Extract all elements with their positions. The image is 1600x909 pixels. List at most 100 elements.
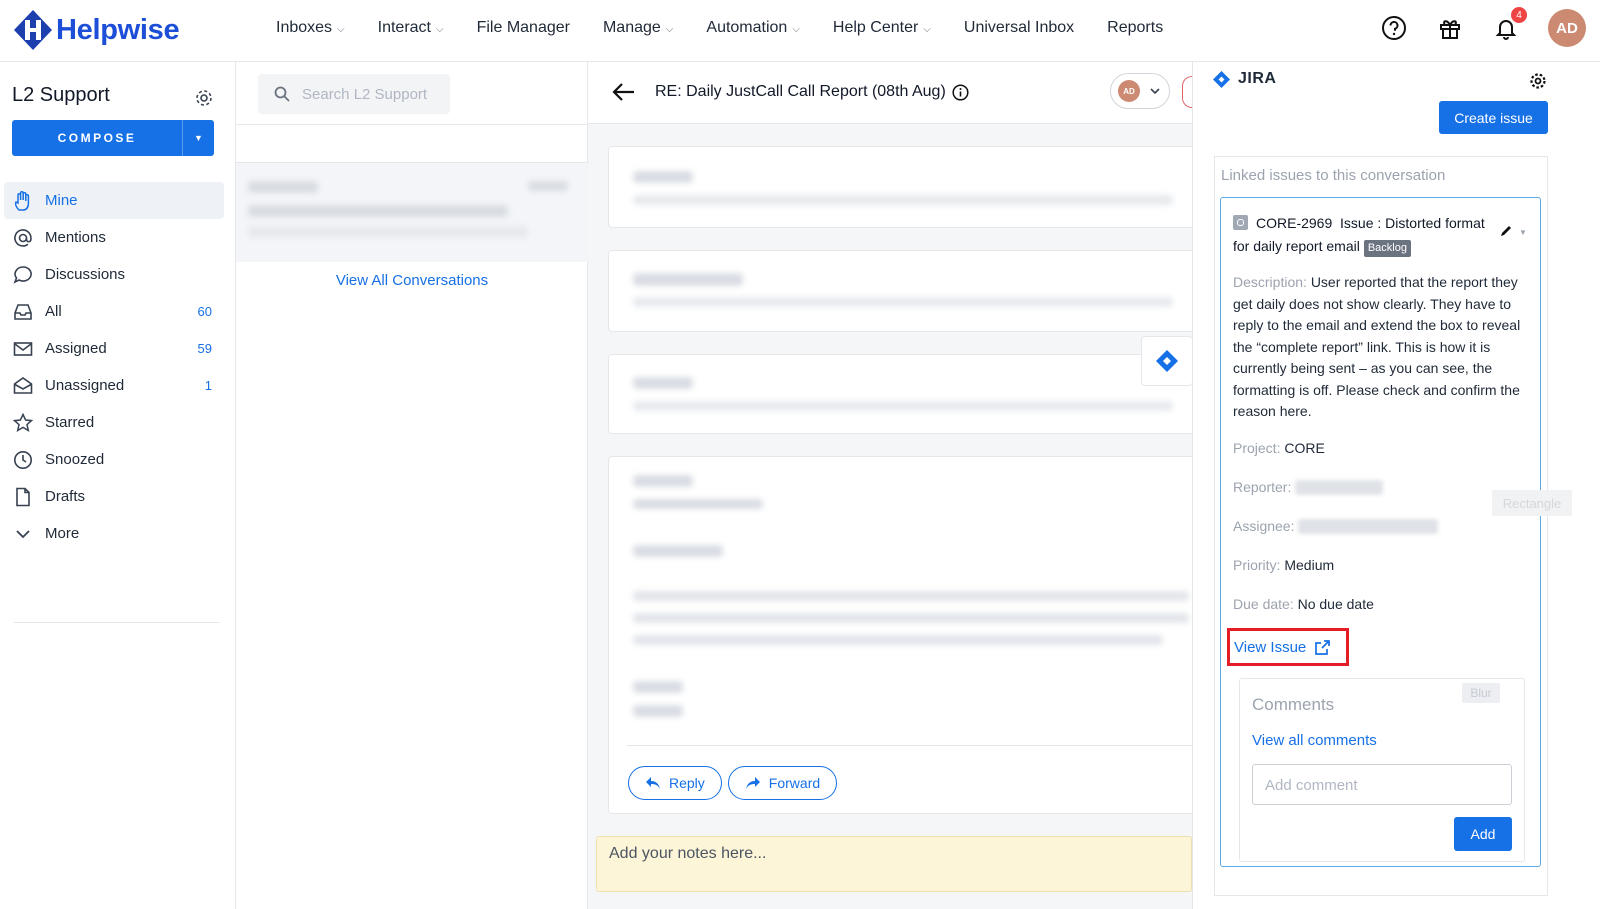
create-issue-button[interactable]: Create issue (1439, 101, 1548, 134)
sidebar-item-label: Starred (45, 414, 95, 431)
forward-icon (745, 777, 760, 789)
jira-settings-gear-icon[interactable] (1529, 72, 1547, 90)
nav-label: Universal Inbox (963, 19, 1075, 36)
add-comment-input[interactable]: Add comment (1252, 764, 1512, 805)
issue-type-icon (1233, 215, 1248, 230)
nav-item-help-center[interactable]: Help Center ⌵ (833, 19, 931, 37)
compose-dropdown-icon[interactable]: ▼ (182, 120, 214, 156)
sidebar-item-drafts[interactable]: Drafts (0, 478, 224, 515)
sidebar-item-unassigned[interactable]: Unassigned 1 (0, 367, 224, 404)
jira-panel-toggle[interactable] (1141, 336, 1193, 386)
chevron-down-icon: ⌵ (665, 23, 674, 35)
compose-label[interactable]: COMPOSE (12, 120, 182, 156)
compose-button[interactable]: COMPOSE ▼ (12, 120, 214, 156)
issue-key[interactable]: CORE-2969 (1256, 215, 1332, 231)
sidebar-item-all[interactable]: All 60 (0, 293, 224, 330)
priority-label: Priority: (1233, 557, 1281, 573)
assignee-field: Assignee: (1233, 518, 1439, 534)
caret-down-icon[interactable]: ▼ (1519, 228, 1527, 237)
view-all-comments-link[interactable]: View all comments (1252, 732, 1377, 749)
expanded-message-card (608, 456, 1199, 814)
second-assignee-avatar[interactable] (1182, 76, 1192, 108)
search-icon (274, 86, 290, 102)
sidebar-item-count: 1 (204, 378, 212, 393)
priority-value: Medium (1284, 557, 1335, 573)
edit-pencil-icon[interactable] (1499, 224, 1513, 238)
sidebar-item-mentions[interactable]: Mentions (0, 219, 224, 256)
sidebar-item-discussions[interactable]: Discussions (0, 256, 224, 293)
help-icon[interactable] (1380, 14, 1408, 42)
blurred-subject (248, 205, 508, 217)
sidebar-item-starred[interactable]: Starred (0, 404, 224, 441)
chevron-down-icon: ⌵ (337, 23, 345, 35)
inbox-title: L2 Support (12, 84, 110, 106)
sidebar-item-label: Mentions (45, 229, 106, 246)
assignee-selector[interactable]: AD (1110, 73, 1170, 109)
issue-card: CORE-2969 Issue : Distorted format for d… (1220, 197, 1541, 867)
sidebar-item-more[interactable]: More (0, 515, 224, 552)
nav-item-manage[interactable]: Manage ⌵ (603, 19, 673, 37)
conversation-item[interactable] (236, 162, 588, 262)
inbox-settings-gear-icon[interactable] (194, 88, 214, 108)
view-all-conversations-link[interactable]: View All Conversations (236, 272, 588, 289)
nav-item-interact[interactable]: Interact ⌵ (378, 19, 444, 37)
status-badge: Backlog (1363, 240, 1411, 257)
nav-label: Manage (602, 19, 661, 36)
clock-icon (12, 449, 34, 471)
user-avatar[interactable]: AD (1548, 9, 1586, 47)
nav-item-universal-inbox[interactable]: Universal Inbox (964, 19, 1074, 37)
sidebar-item-label: Unassigned (45, 377, 125, 394)
view-issue-link[interactable]: View Issue (1227, 628, 1349, 666)
nav-item-file-manager[interactable]: File Manager (477, 19, 570, 37)
description-text: User reported that the report they get d… (1233, 274, 1521, 419)
gift-icon[interactable] (1436, 14, 1464, 42)
inbox-sidebar: L2 Support COMPOSE ▼ Mine Mentions Discuss… (0, 62, 236, 909)
add-comment-button[interactable]: Add (1454, 817, 1512, 851)
notes-input[interactable]: Add your notes here... (596, 836, 1192, 892)
back-arrow-icon[interactable] (610, 78, 638, 106)
main-nav: Inboxes ⌵ Interact ⌵ File Manager Manage ⌵ Auto… (276, 0, 1196, 56)
search-input[interactable]: Search L2 Support (302, 86, 427, 103)
list-divider (236, 124, 588, 125)
reply-label: Reply (669, 775, 705, 791)
thread-header: RE: Daily JustCall Call Report (08th Aug… (588, 62, 1192, 124)
sidebar-item-label: Drafts (45, 488, 86, 505)
info-icon[interactable] (952, 83, 969, 101)
top-navbar: Helpwise Inboxes ⌵ Interact ⌵ File Manager Ma… (0, 0, 1600, 62)
sidebar-item-mine[interactable]: Mine (4, 182, 224, 219)
issue-heading: CORE-2969 Issue : Distorted format for d… (1233, 212, 1493, 258)
inbox-icon (12, 301, 34, 323)
nav-item-reports[interactable]: Reports (1107, 19, 1163, 37)
bell-icon[interactable]: 4 (1492, 7, 1527, 42)
comments-section: Comments Blur View all comments Add comm… (1239, 678, 1525, 862)
message-card[interactable] (608, 146, 1198, 228)
sidebar-item-assigned[interactable]: Assigned 59 (0, 330, 224, 367)
linked-issues-box: Linked issues to this conversation CORE-… (1214, 156, 1548, 896)
thread-subject: RE: Daily JustCall Call Report (08th Aug… (655, 83, 969, 101)
sidebar-item-count: 60 (197, 304, 212, 319)
sidebar-item-snoozed[interactable]: Snoozed (0, 441, 224, 478)
chevron-down-icon: ⌵ (436, 23, 444, 35)
nav-label: File Manager (476, 19, 570, 36)
helpwise-logo[interactable]: Helpwise (12, 6, 180, 54)
description-label: Description: (1233, 274, 1307, 290)
forward-button[interactable]: Forward (727, 766, 838, 800)
project-field: Project: CORE (1233, 440, 1325, 456)
jira-panel: JIRA Create issue Linked issues to this … (1192, 62, 1600, 909)
chevron-down-icon: ⌵ (923, 23, 931, 35)
nav-label: Interact (377, 19, 431, 36)
due-date-label: Due date: (1233, 596, 1294, 612)
sidebar-item-label: Snoozed (45, 451, 105, 468)
nav-item-automation[interactable]: Automation ⌵ (706, 19, 800, 37)
conversation-search[interactable]: Search L2 Support (258, 74, 450, 114)
message-card[interactable] (608, 250, 1198, 332)
reply-button[interactable]: Reply (628, 766, 722, 800)
message-divider (627, 745, 1199, 746)
nav-item-inboxes[interactable]: Inboxes ⌵ (276, 19, 345, 37)
assignee-avatar: AD (1118, 80, 1140, 102)
message-card[interactable] (608, 354, 1198, 434)
rectangle-annotation-tag: Rectangle (1492, 490, 1572, 516)
sidebar-item-count: 59 (197, 341, 212, 356)
chevron-down-icon (1150, 88, 1160, 95)
project-label: Project: (1233, 440, 1281, 456)
